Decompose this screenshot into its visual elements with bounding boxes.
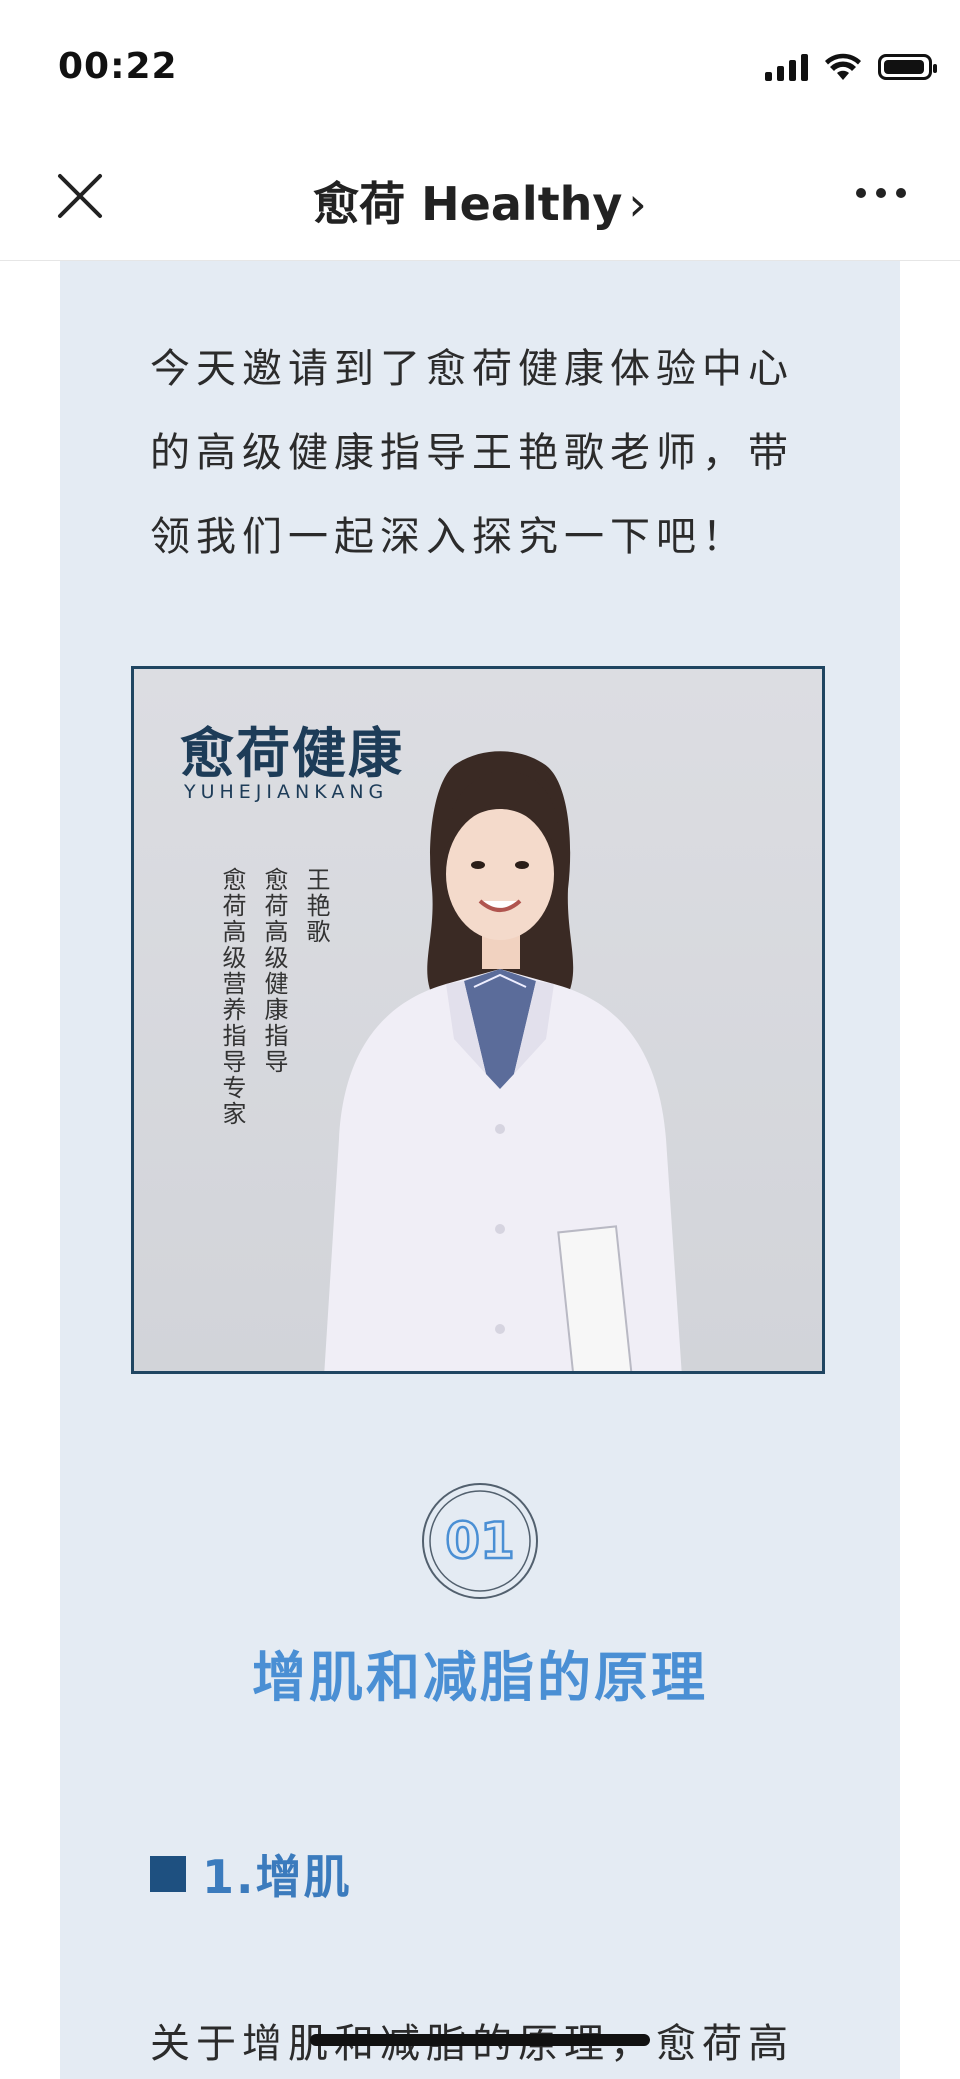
section-number-badge: 01	[422, 1483, 538, 1599]
intro-paragraph: 今天邀请到了愈荷健康体验中心的高级健康指导王艳歌老师，带领我们一起深入探究一下吧…	[150, 346, 794, 560]
article-body: 今天邀请到了愈荷健康体验中心的高级健康指导王艳歌老师，带领我们一起深入探究一下吧…	[60, 261, 900, 2079]
wifi-icon	[825, 53, 861, 80]
chevron-right-icon: ›	[628, 177, 647, 231]
subheading-text: 1.增肌	[202, 1850, 352, 1904]
nav-title[interactable]: 愈荷 Healthy ›	[0, 168, 960, 234]
status-icons	[765, 52, 937, 82]
nav-bar: 愈荷 Healthy ›	[0, 130, 960, 261]
section-title: 增肌和减脂的原理	[252, 1646, 708, 1709]
expert-photo: 愈荷健康 YUHEJIANKANG 王艳歌 愈荷高级健康指导 愈荷高级营养指导专…	[131, 666, 825, 1374]
more-options-icon[interactable]	[856, 188, 906, 198]
cellular-signal-icon	[765, 53, 808, 81]
status-time: 00:22	[58, 46, 178, 87]
square-bullet-icon	[150, 1856, 186, 1892]
expert-portrait-illustration	[324, 751, 682, 1371]
battery-icon	[878, 54, 937, 80]
status-bar: 00:22	[0, 0, 960, 130]
subheading: 1.增肌	[150, 1841, 351, 1907]
home-indicator[interactable]	[310, 2034, 650, 2046]
account-name: 愈荷 Healthy	[313, 177, 623, 231]
section-number: 01	[445, 1512, 515, 1570]
